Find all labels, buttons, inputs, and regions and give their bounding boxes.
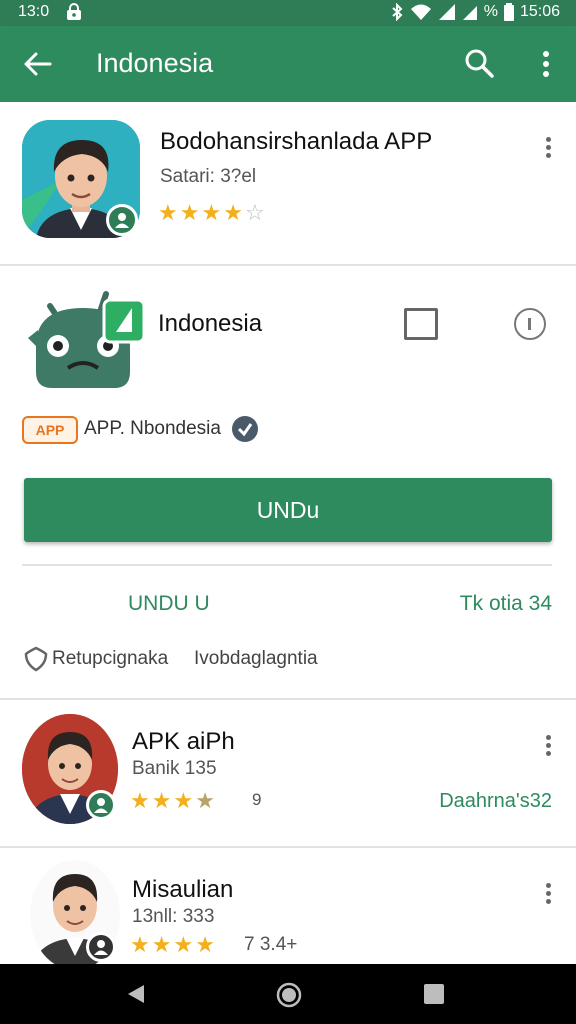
list-item-title: Misaulian — [132, 876, 234, 903]
star-icon: ★ — [130, 932, 150, 957]
install-button[interactable]: UNDu — [24, 478, 552, 542]
overflow-menu-icon[interactable] — [534, 48, 558, 80]
note-left: Retupcignaka — [52, 648, 169, 669]
bookmark-checkbox[interactable] — [404, 308, 438, 340]
star-outline-icon: ☆ — [244, 200, 265, 225]
shield-icon — [24, 646, 48, 672]
stat-right[interactable]: Tk otia 34 — [460, 592, 552, 616]
star-icon: ★ — [130, 788, 150, 813]
app-bar: Indonesia — [0, 26, 576, 102]
wifi-icon — [410, 3, 432, 21]
featured-app-title: Bodohansirshanlada APP — [160, 128, 433, 155]
list-item[interactable]: Misaulian 13nll: 333 ★ ★ ★ ★ 7 3.4+ — [0, 848, 576, 964]
nav-recents-icon[interactable] — [424, 984, 444, 1004]
verified-check-icon — [232, 416, 258, 442]
bluetooth-icon — [390, 3, 404, 21]
app-tag-badge: APP — [22, 416, 78, 444]
signal-icon-2 — [462, 3, 478, 21]
list-item-more-icon[interactable] — [538, 732, 558, 760]
star-icon: ★ — [158, 200, 178, 225]
app-tag-text: APP. Nbondesia — [84, 418, 221, 439]
star-half-icon: ★ — [195, 788, 215, 813]
star-icon: ★ — [151, 788, 172, 813]
featured-app-card[interactable]: Bodohansirshanlada APP Satari: 3?el ★ ★ … — [0, 102, 576, 264]
star-icon: ★ — [173, 932, 194, 957]
android-robot-icon — [28, 286, 148, 396]
list-item-rating-text: 9 — [252, 790, 262, 809]
star-icon: ★ — [151, 932, 172, 957]
verified-badge-icon — [106, 204, 138, 236]
list-item[interactable]: APK aiPh Banik 135 ★ ★ ★ ★ 9 Daahrna's32 — [0, 700, 576, 846]
note-right: Ivobdaglagntia — [194, 648, 318, 669]
featured-more-icon[interactable] — [538, 134, 558, 162]
lock-icon — [66, 3, 82, 21]
info-icon[interactable] — [514, 308, 546, 340]
divider — [22, 564, 552, 566]
battery-text: % — [483, 3, 498, 20]
star-icon: ★ — [201, 200, 222, 225]
verified-badge-icon — [86, 932, 116, 962]
list-item-more-icon[interactable] — [538, 880, 558, 908]
featured-app-subtitle: Satari: 3?el — [160, 166, 257, 187]
list-item-rating-text: 7 3.4+ — [244, 934, 298, 955]
star-icon: ★ — [223, 200, 243, 225]
search-icon[interactable] — [462, 46, 496, 80]
list-item-title: APK aiPh — [132, 728, 235, 755]
status-time-right: 15:06 — [519, 3, 560, 20]
verified-badge-icon — [86, 790, 116, 820]
back-arrow-icon[interactable] — [22, 48, 54, 80]
battery-icon — [503, 3, 514, 21]
status-bar: 13:0 % 15:06 — [0, 0, 576, 26]
nav-back-icon[interactable] — [124, 982, 148, 1006]
list-item-rating-stars: ★ ★ ★ ★ — [130, 790, 215, 812]
nav-home-icon[interactable] — [276, 982, 302, 1008]
list-item-right-text: Daahrna's32 — [439, 790, 552, 812]
status-time-left: 13:0 — [18, 3, 50, 20]
detail-app-name: Indonesia — [158, 310, 263, 337]
star-icon: ★ — [195, 932, 215, 957]
featured-rating-stars: ★ ★ ★ ★ ☆ — [158, 202, 265, 224]
star-icon: ★ — [173, 788, 194, 813]
signal-icon — [438, 3, 456, 21]
list-item-rating-stars: ★ ★ ★ ★ — [130, 934, 215, 956]
list-item-subtitle: Banik 135 — [132, 758, 217, 779]
list-item-subtitle: 13nll: 333 — [132, 906, 215, 927]
stat-left[interactable]: UNDU U — [128, 592, 210, 616]
app-bar-title: Indonesia — [96, 48, 214, 78]
star-icon: ★ — [179, 200, 200, 225]
system-nav-bar — [0, 964, 576, 1024]
